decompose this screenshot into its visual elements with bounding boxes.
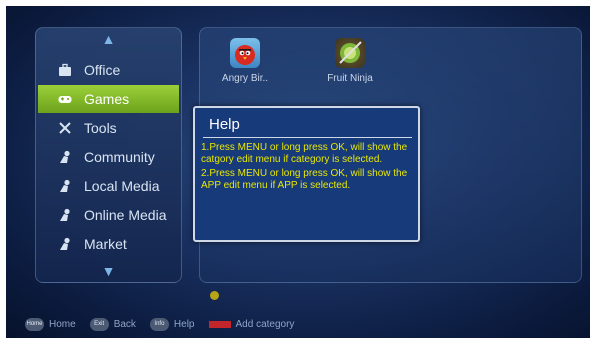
person-icon xyxy=(58,208,72,222)
help-line: 2.Press MENU or long press OK, will show… xyxy=(201,168,408,191)
category-label: Office xyxy=(84,62,121,78)
chevron-down-icon[interactable]: ▼ xyxy=(36,264,181,278)
help-hint-label: Help xyxy=(173,318,195,330)
footer-hints: Home Home Exit Back Info Help Add catego… xyxy=(6,310,590,338)
exit-key-icon: Exit xyxy=(89,317,109,331)
help-hint[interactable]: Info Help xyxy=(149,317,195,331)
help-body: 1.Press MENU or long press OK, will show… xyxy=(201,142,413,194)
category-label: Community xyxy=(84,149,155,165)
category-sidebar: ▲ Office Games Tools Community Local Med… xyxy=(35,27,182,283)
category-tools[interactable]: Tools xyxy=(38,114,179,142)
category-label: Games xyxy=(84,91,130,107)
add-category-hint[interactable]: Add category xyxy=(208,318,295,330)
category-label: Online Media xyxy=(84,207,167,223)
category-label: Tools xyxy=(84,120,117,136)
briefcase-icon xyxy=(58,63,72,77)
person-icon xyxy=(58,237,72,251)
home-key-icon: Home xyxy=(25,317,44,331)
back-hint[interactable]: Exit Back xyxy=(89,317,136,331)
app-angry-birds[interactable]: Angry Bir.. xyxy=(205,38,285,84)
category-online-media[interactable]: Online Media xyxy=(38,201,179,229)
app-label: Fruit Ninja xyxy=(327,73,373,84)
category-community[interactable]: Community xyxy=(38,143,179,171)
category-market[interactable]: Market xyxy=(38,230,179,258)
category-office[interactable]: Office xyxy=(38,56,179,84)
category-local-media[interactable]: Local Media xyxy=(38,172,179,200)
add-category-label: Add category xyxy=(235,318,295,330)
category-games[interactable]: Games xyxy=(38,85,179,113)
person-icon xyxy=(58,150,72,164)
fruit-ninja-icon xyxy=(335,38,365,68)
back-hint-label: Back xyxy=(113,318,136,330)
help-dialog: Help 1.Press MENU or long press OK, will… xyxy=(193,106,420,242)
screen: ▲ Office Games Tools Community Local Med… xyxy=(6,6,590,338)
app-label: Angry Bir.. xyxy=(221,73,269,84)
person-icon xyxy=(58,179,72,193)
home-hint-label: Home xyxy=(49,318,76,330)
tools-icon xyxy=(58,121,72,135)
category-label: Market xyxy=(84,236,127,252)
help-title: Help xyxy=(209,116,240,133)
help-line: 1.Press MENU or long press OK, will show… xyxy=(201,142,408,165)
angry-bird-icon xyxy=(230,38,260,68)
info-key-icon: Info xyxy=(149,317,169,331)
red-key-icon xyxy=(208,320,231,328)
home-hint[interactable]: Home Home xyxy=(25,317,76,331)
page-indicator-dot xyxy=(210,291,219,300)
gamepad-icon xyxy=(58,92,72,106)
chevron-up-icon[interactable]: ▲ xyxy=(36,32,181,46)
help-divider xyxy=(203,137,412,138)
category-label: Local Media xyxy=(84,178,160,194)
app-fruit-ninja[interactable]: Fruit Ninja xyxy=(310,38,390,84)
